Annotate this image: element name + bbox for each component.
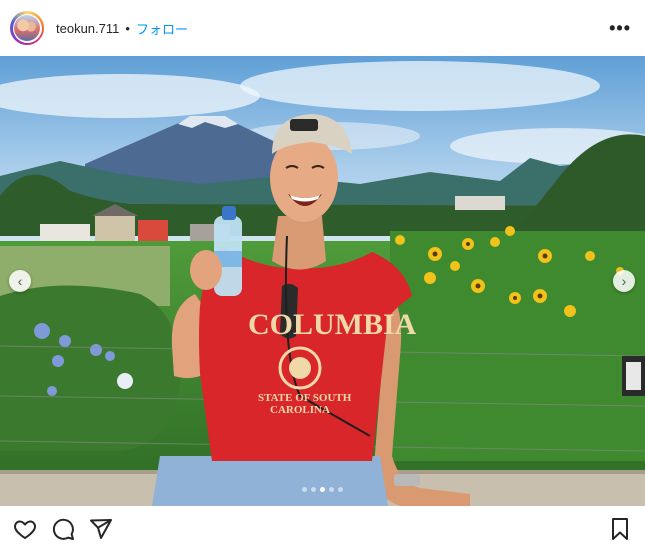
carousel-indicator (0, 487, 645, 492)
separator-dot: • (125, 20, 130, 36)
post-image[interactable]: COLUMBIA STATE OF SOUTH CAROLINA ‹ › (0, 56, 645, 506)
carousel-dot (311, 487, 316, 492)
username[interactable]: teokun.711 (56, 21, 119, 36)
carousel-prev-button[interactable]: ‹ (9, 270, 31, 292)
heart-icon[interactable] (12, 516, 38, 542)
shirt-text-sub2: CAROLINA (270, 404, 330, 416)
post-header: teokun.711 • フォロー ••• (0, 0, 645, 56)
carousel-dot (320, 487, 325, 492)
avatar-ring (12, 13, 42, 43)
chevron-left-icon: ‹ (17, 273, 23, 289)
chevron-right-icon: › (621, 273, 627, 289)
bookmark-icon[interactable] (607, 516, 633, 542)
avatar-photo (14, 15, 40, 41)
carousel-dot (329, 487, 334, 492)
carousel-dot (302, 487, 307, 492)
share-icon[interactable] (88, 516, 114, 542)
carousel-next-button[interactable]: › (613, 270, 635, 292)
shirt-text-sub1: STATE OF SOUTH (258, 392, 352, 404)
comment-icon[interactable] (50, 516, 76, 542)
action-bar (0, 506, 645, 551)
avatar[interactable] (10, 11, 44, 45)
follow-button[interactable]: フォロー (136, 19, 188, 38)
carousel-dot (338, 487, 343, 492)
more-horizontal-icon[interactable]: ••• (609, 18, 631, 39)
shirt-text-main: COLUMBIA (248, 308, 417, 341)
